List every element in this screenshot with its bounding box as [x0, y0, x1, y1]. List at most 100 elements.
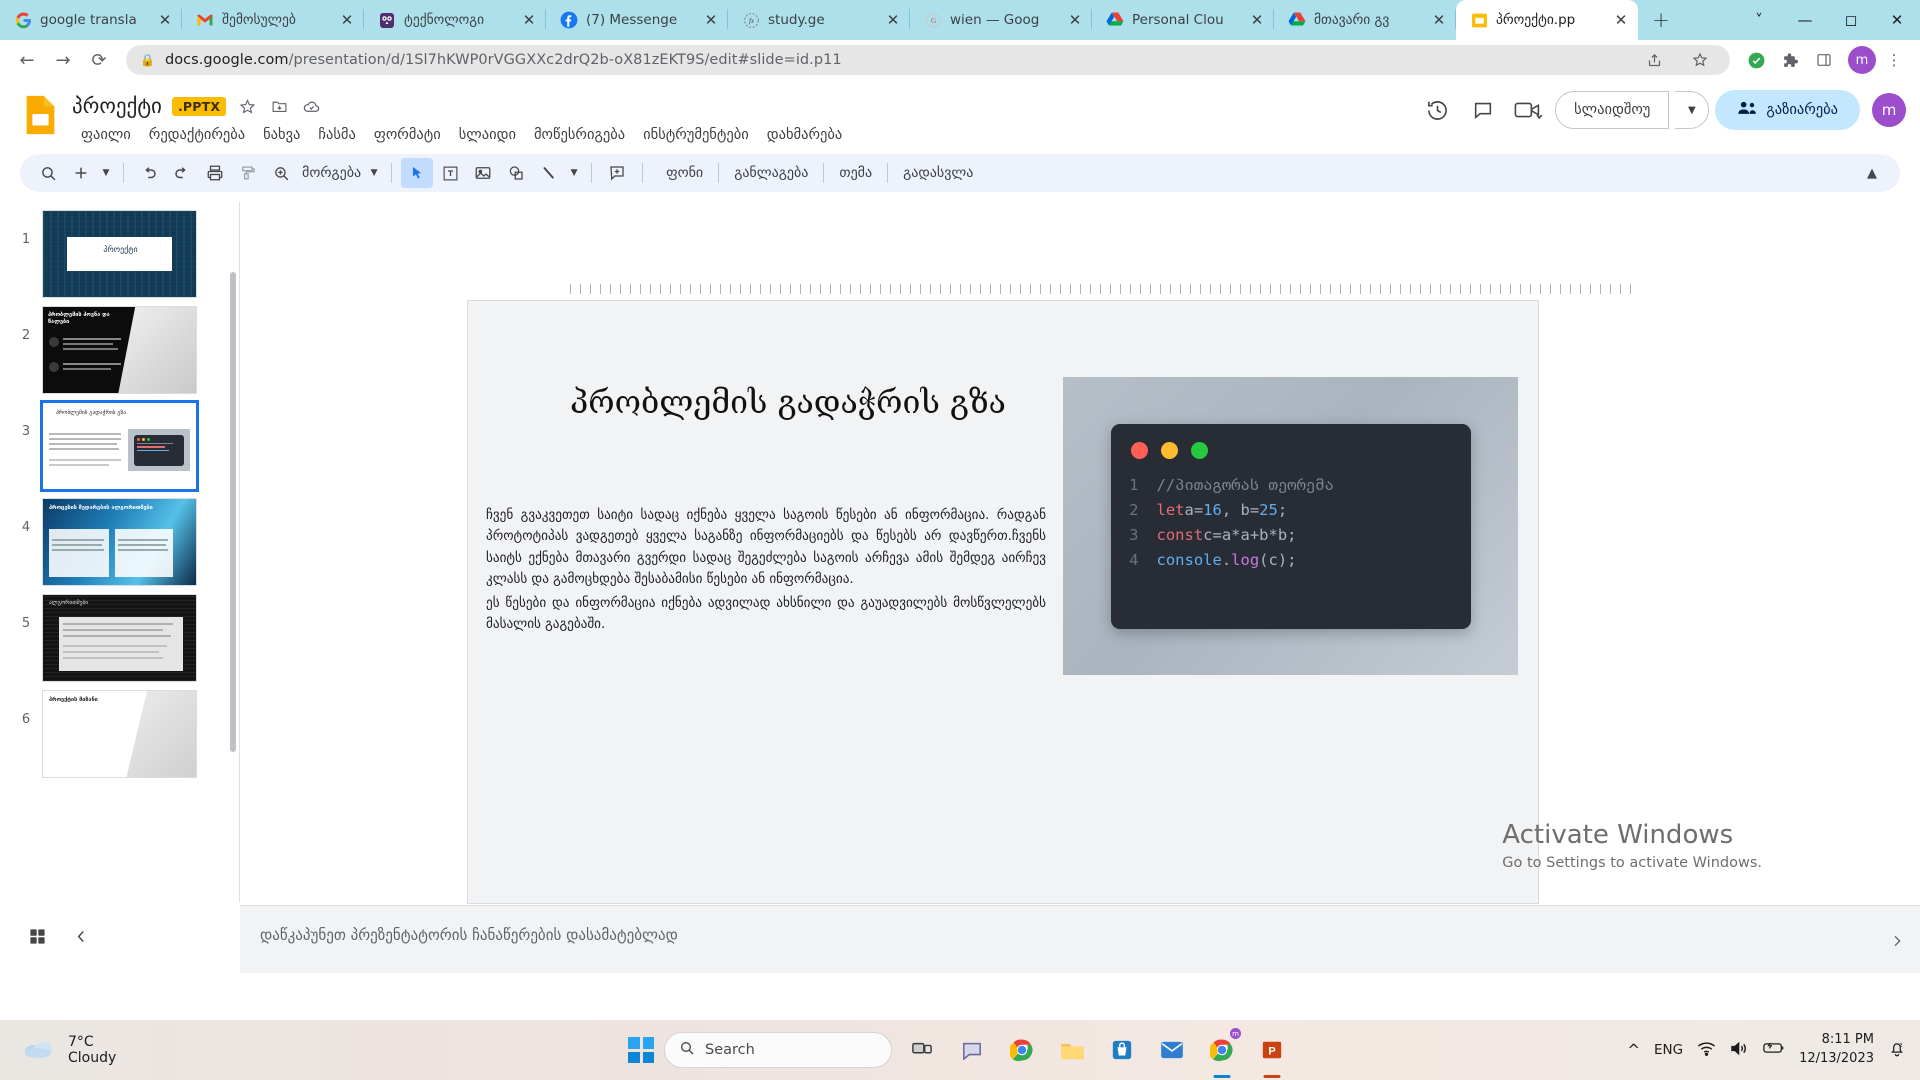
browser-tab-2[interactable]: ტექნოლოგი ✕	[364, 0, 546, 40]
address-bar[interactable]: 🔒 docs.google.com/presentation/d/1Sl7hKW…	[126, 45, 1730, 75]
filmstrip-item-4[interactable]: 4 პროცესის შედარების ალგორითმები	[0, 490, 239, 586]
menu-format[interactable]: ფორმატი	[365, 124, 450, 146]
cloud-saved-icon[interactable]	[300, 95, 322, 117]
zoom-level-label[interactable]: მორგება	[298, 158, 365, 188]
close-icon[interactable]: ✕	[1612, 11, 1630, 29]
close-icon[interactable]: ✕	[520, 11, 538, 29]
collapse-filmstrip-icon[interactable]	[73, 928, 90, 950]
collapse-toolbar-icon[interactable]: ▲	[1856, 158, 1888, 188]
slide-thumbnail[interactable]: პროექტის მიზანი	[42, 690, 197, 778]
version-history-icon[interactable]	[1417, 90, 1457, 130]
menu-help[interactable]: დახმარება	[758, 124, 852, 146]
undo-icon[interactable]	[133, 158, 165, 188]
speaker-notes-panel[interactable]: დაწკაპუნეთ პრეზენტატორის ჩანაწერების დას…	[240, 905, 1920, 973]
slide-body-textbox[interactable]: ჩვენ გვაკვეთეთ საიტი სადაც იქნება ყველა …	[486, 505, 1046, 637]
menu-edit[interactable]: რედაქტირება	[140, 124, 254, 146]
new-tab-button[interactable]: +	[1644, 3, 1678, 37]
language-indicator[interactable]: ENG	[1654, 1042, 1683, 1058]
comment-icon[interactable]	[1463, 90, 1503, 130]
account-avatar[interactable]: m	[1872, 93, 1906, 127]
layout-button[interactable]: განლაგება	[720, 158, 822, 188]
menu-tools[interactable]: ინსტრუმენტები	[634, 124, 758, 146]
reload-icon[interactable]: ⟳	[82, 43, 116, 77]
slide-thumbnail[interactable]: პროექტი	[42, 210, 197, 298]
close-icon[interactable]: ✕	[338, 11, 356, 29]
menu-insert[interactable]: ჩასმა	[309, 124, 364, 146]
close-icon[interactable]: ✕	[156, 11, 174, 29]
close-icon[interactable]: ✕	[702, 11, 720, 29]
minimize-button[interactable]: —	[1782, 0, 1828, 40]
meet-camera-icon[interactable]	[1509, 90, 1549, 130]
filmstrip-item-5[interactable]: 5 ალგორითმები	[0, 586, 239, 682]
theme-button[interactable]: თემა	[825, 158, 886, 188]
comment-add-icon[interactable]	[601, 158, 633, 188]
slide-filmstrip[interactable]: 1 პროექტი 2 პრობლემის პოვნა და წალები 3 …	[0, 202, 240, 902]
volume-icon[interactable]	[1730, 1041, 1749, 1060]
bookmark-star-icon[interactable]	[1684, 44, 1716, 76]
new-slide-icon[interactable]	[65, 158, 97, 188]
store-icon[interactable]	[1102, 1030, 1142, 1070]
page-title[interactable]: პროექტი	[72, 94, 162, 118]
browser-tab-3[interactable]: (7) Messenge ✕	[546, 0, 728, 40]
share-button[interactable]: გაზიარება	[1715, 90, 1860, 130]
speaker-notes-placeholder[interactable]: დაწკაპუნეთ პრეზენტატორის ჩანაწერების დას…	[260, 926, 678, 944]
print-icon[interactable]	[199, 158, 231, 188]
redo-icon[interactable]	[166, 158, 198, 188]
close-icon[interactable]: ✕	[1248, 11, 1266, 29]
browser-tab-4[interactable]: fx study.ge ✕	[728, 0, 910, 40]
close-icon[interactable]: ✕	[1430, 11, 1448, 29]
zoom-caret-icon[interactable]: ▼	[366, 158, 382, 188]
background-button[interactable]: ფონი	[652, 158, 717, 188]
grid-view-icon[interactable]	[28, 927, 47, 951]
menu-slide[interactable]: სლაიდი	[450, 124, 525, 146]
menu-file[interactable]: ფაილი	[72, 124, 140, 146]
filmstrip-item-3[interactable]: 3 პრობლემის გადაჭრის გზა	[0, 394, 239, 492]
new-slide-caret-icon[interactable]: ▼	[98, 158, 114, 188]
mail-icon[interactable]	[1152, 1030, 1192, 1070]
start-button[interactable]	[628, 1037, 654, 1063]
line-caret-icon[interactable]: ▼	[566, 158, 582, 188]
expand-notes-icon[interactable]	[1884, 928, 1910, 954]
tray-chevron-up-icon[interactable]: ^	[1627, 1041, 1640, 1059]
close-icon[interactable]: ✕	[1066, 11, 1084, 29]
browser-tab-6[interactable]: Personal Clou ✕	[1092, 0, 1274, 40]
browser-tab-7[interactable]: მთავარი გვ ✕	[1274, 0, 1456, 40]
slide-thumbnail[interactable]: ალგორითმები	[42, 594, 197, 682]
extension-shield-icon[interactable]	[1740, 44, 1772, 76]
forward-icon[interactable]: →	[46, 43, 80, 77]
file-explorer-icon[interactable]	[1052, 1030, 1092, 1070]
insert-image-icon[interactable]	[467, 158, 499, 188]
side-panel-icon[interactable]	[1808, 44, 1840, 76]
move-to-folder-icon[interactable]	[268, 95, 290, 117]
notification-bell-icon[interactable]: z	[1888, 1039, 1906, 1061]
task-view-icon[interactable]	[902, 1030, 942, 1070]
text-box-icon[interactable]	[434, 158, 466, 188]
powerpoint-icon[interactable]: P	[1252, 1030, 1292, 1078]
transition-button[interactable]: გადასვლა	[889, 158, 987, 188]
close-icon[interactable]: ✕	[884, 11, 902, 29]
more-menu-icon[interactable]: ⋮	[1878, 44, 1910, 76]
browser-tab-1[interactable]: შემოსულებ ✕	[182, 0, 364, 40]
weather-widget[interactable]: 7°C Cloudy	[0, 1034, 116, 1066]
chrome-active-icon[interactable]: m	[1202, 1028, 1242, 1078]
maximize-button[interactable]: ◻	[1828, 0, 1874, 40]
menu-view[interactable]: ნახვა	[254, 124, 309, 146]
extension-puzzle-icon[interactable]	[1774, 44, 1806, 76]
chevron-down-icon[interactable]: ˅	[1736, 0, 1782, 40]
slideshow-options-caret-icon[interactable]: ▼	[1675, 91, 1710, 129]
battery-icon[interactable]	[1763, 1041, 1785, 1059]
filmstrip-item-1[interactable]: 1 პროექტი	[0, 202, 239, 298]
star-icon[interactable]	[236, 95, 258, 117]
filmstrip-item-6[interactable]: 6 პროექტის მიზანი	[0, 682, 239, 778]
share-icon[interactable]	[1638, 44, 1670, 76]
shape-icon[interactable]	[500, 158, 532, 188]
back-icon[interactable]: ←	[10, 43, 44, 77]
wifi-icon[interactable]	[1697, 1041, 1716, 1060]
profile-avatar[interactable]: m	[1848, 46, 1876, 74]
browser-tab-8-active[interactable]: პროექტი.pp ✕	[1456, 0, 1638, 40]
code-image-block[interactable]: 1 //პითაგორას თეორემა 2 let a= 16, b= 25; …	[1063, 377, 1518, 675]
slide-thumbnail-selected[interactable]: პრობლემის გადაჭრის გზა	[40, 400, 199, 492]
slideshow-button[interactable]: სლაიდშოუ	[1555, 91, 1670, 129]
line-icon[interactable]	[533, 158, 565, 188]
select-cursor-icon[interactable]	[401, 158, 434, 188]
